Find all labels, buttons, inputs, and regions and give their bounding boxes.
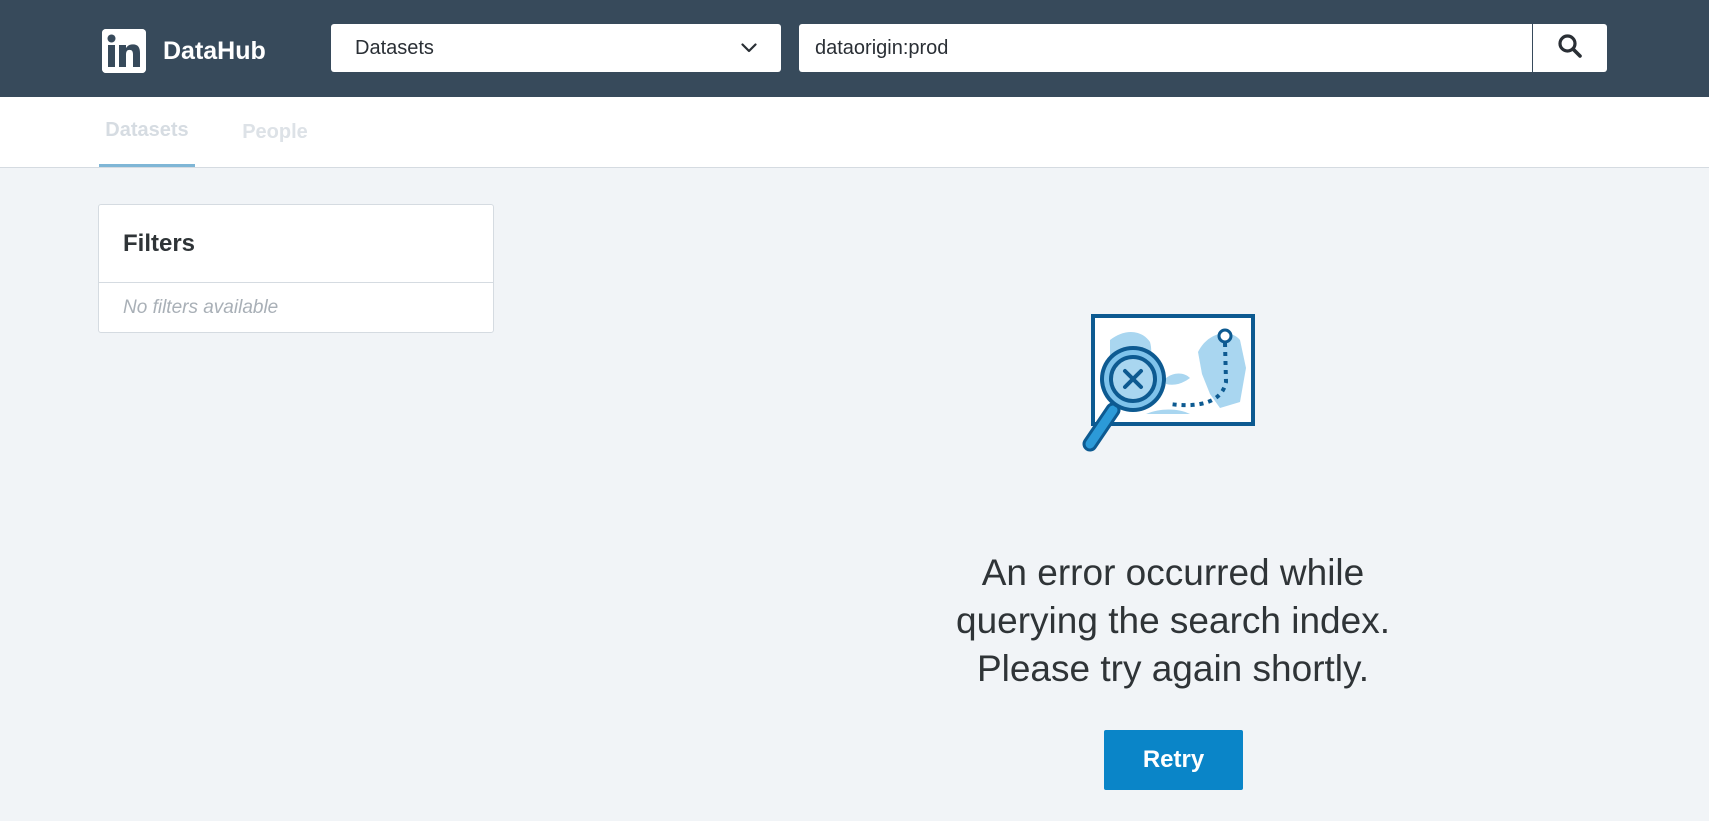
chevron-down-icon [739, 38, 759, 58]
map-search-error-icon [1070, 312, 1260, 462]
filters-empty-text: No filters available [123, 296, 279, 318]
brand-home-link[interactable]: DataHub [102, 29, 266, 73]
search-button[interactable] [1533, 24, 1607, 72]
top-navbar: DataHub Datasets [0, 0, 1709, 97]
tab-datasets[interactable]: Datasets [99, 97, 195, 167]
search-tabs: Datasets People [0, 97, 1709, 168]
error-message-line: querying the search index. [956, 600, 1390, 641]
tab-people[interactable]: People [242, 97, 308, 167]
retry-button[interactable]: Retry [1104, 730, 1243, 790]
filters-panel: Filters No filters available [98, 204, 494, 333]
linkedin-logo-icon [102, 29, 146, 73]
filters-title: Filters [99, 205, 493, 283]
brand-name: DataHub [163, 36, 266, 65]
error-message: An error occurred while querying the sea… [873, 549, 1473, 693]
category-select-value: Datasets [355, 36, 434, 59]
search-icon [1557, 33, 1583, 64]
error-message-line: Please try again shortly. [976, 648, 1370, 689]
search-field[interactable] [799, 24, 1532, 72]
error-message-line: An error occurred while [981, 552, 1365, 593]
search-input[interactable] [799, 24, 1532, 72]
category-select[interactable]: Datasets [331, 24, 781, 72]
